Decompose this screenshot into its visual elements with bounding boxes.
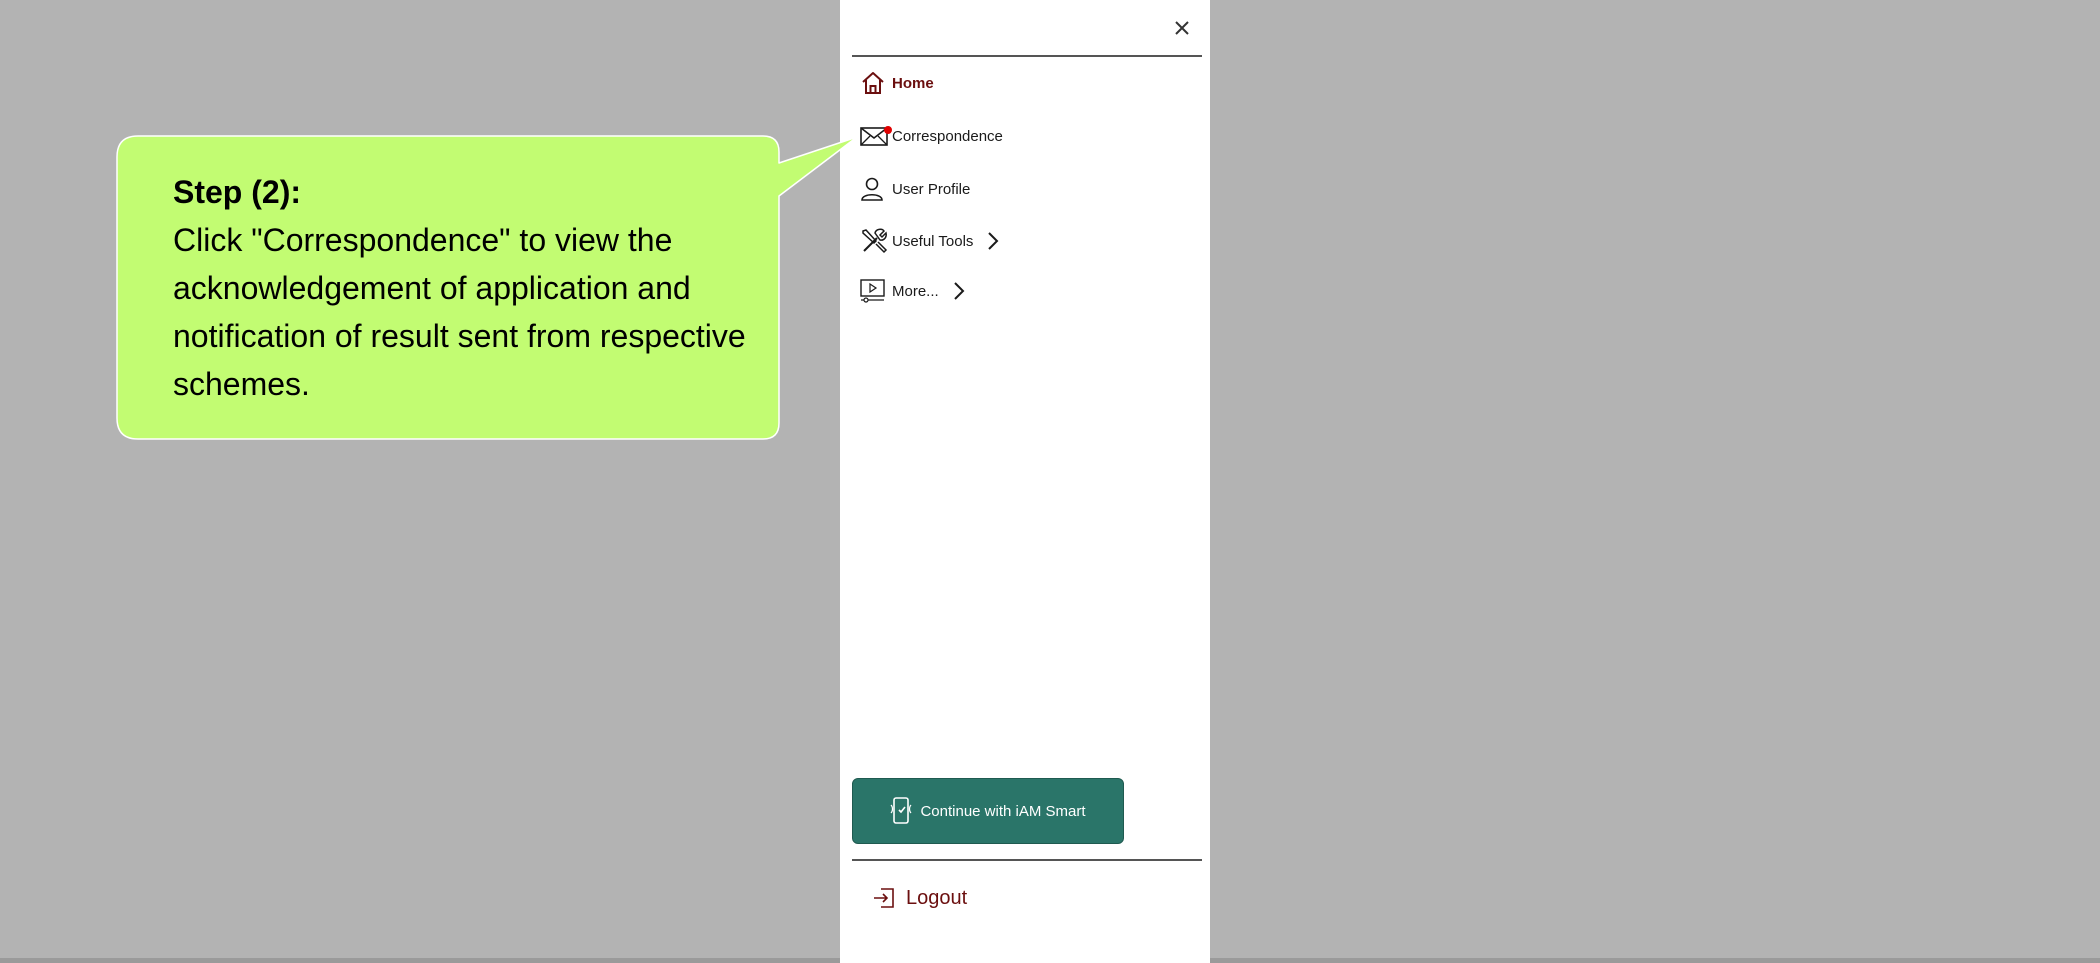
nav-item-more[interactable]: More... [860,273,967,309]
nav-item-label: More... [892,282,939,300]
nav-item-home[interactable]: Home [860,65,934,101]
logout-link[interactable]: Logout [872,880,967,916]
tools-icon [860,225,892,257]
home-icon [860,67,892,99]
iam-smart-button[interactable]: Continue with iAM Smart [852,778,1124,844]
drawer-top-divider [852,55,1202,57]
nav-item-user-profile[interactable]: User Profile [860,171,970,207]
callout-text: Step (2): Click "Correspondence" to view… [173,168,763,408]
callout-title: Step (2): [173,174,301,210]
nav-item-label: User Profile [892,180,971,198]
nav-item-useful-tools[interactable]: Useful Tools [860,223,1001,259]
video-monitor-icon [860,275,892,307]
nav-item-correspondence[interactable]: Correspondence [860,118,1003,154]
notification-dot [884,126,892,134]
nav-item-label: Correspondence [892,127,1003,145]
callout-body: Click "Correspondence" to view the ackno… [173,222,746,402]
nav-item-label: Useful Tools [892,232,974,250]
logout-label: Logout [906,886,968,909]
logout-icon [872,884,900,912]
drawer-bottom-divider [852,859,1202,861]
nav-item-label: Home [892,74,934,92]
user-icon [860,173,892,205]
close-icon[interactable] [1170,16,1194,40]
envelope-icon [860,120,892,152]
iam-smart-button-label: Continue with iAM Smart [920,802,1086,820]
iam-smart-phone-icon [890,797,912,825]
chevron-right-icon [987,231,1001,251]
chevron-right-icon [953,281,967,301]
